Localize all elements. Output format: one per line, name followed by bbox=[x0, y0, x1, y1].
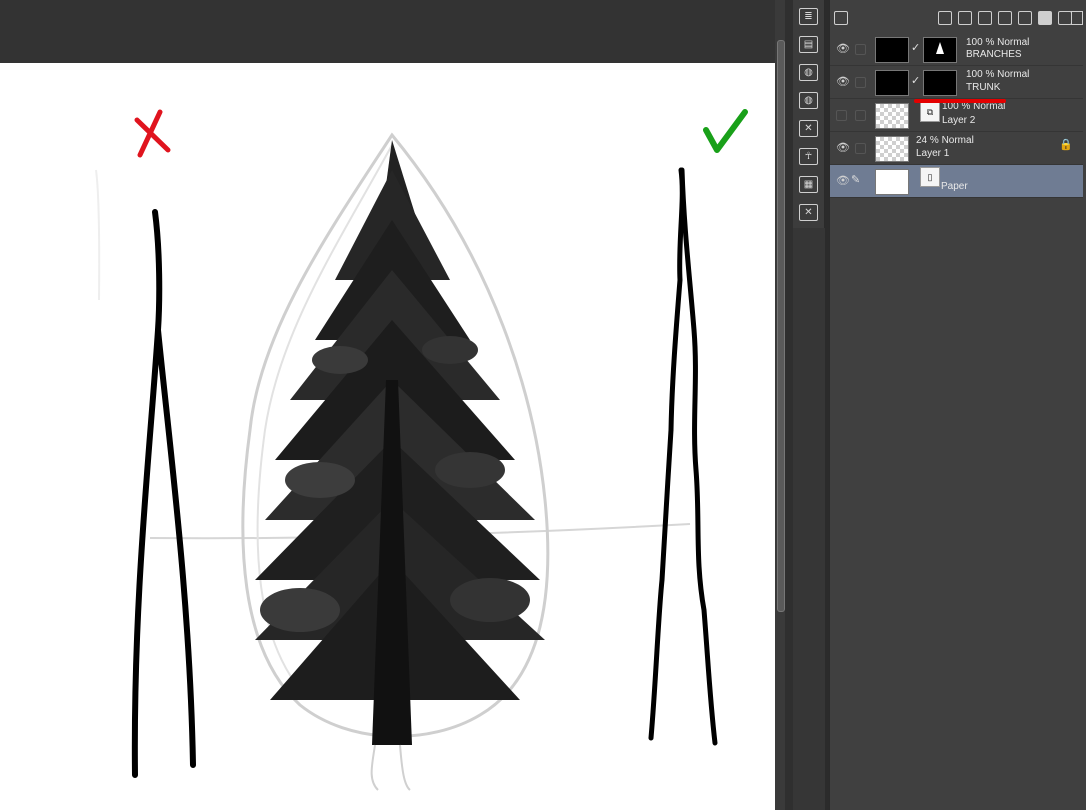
visibility-eye-icon[interactable]: 👁 bbox=[836, 76, 850, 88]
layer-thumbnail bbox=[875, 169, 909, 195]
layer-checkbox[interactable] bbox=[855, 110, 866, 121]
layer-panel: 👁 ✓ 100 % Normal BRANCHES 👁 ✓ 100 % Norm… bbox=[829, 0, 1086, 810]
new-raster-layer-icon[interactable] bbox=[938, 11, 952, 25]
wrong-trunk-stroke bbox=[131, 209, 163, 778]
layer-blend-mode: 24 % Normal bbox=[916, 135, 974, 146]
layer-row-trunk[interactable]: 👁 ✓ 100 % Normal TRUNK bbox=[830, 66, 1083, 99]
lock-icon[interactable]: 🔒 bbox=[1059, 138, 1073, 151]
layer-name: Layer 2 bbox=[942, 115, 976, 126]
copy-layer-icon[interactable] bbox=[998, 11, 1012, 25]
layer-side-toolbar: ≣ ▤ ◍ ◍ ✕ ☥ ▦ ✕ bbox=[793, 0, 825, 228]
layer-panel-toolbar bbox=[830, 6, 1086, 30]
merge-layer-icon[interactable] bbox=[1018, 11, 1032, 25]
layer-row-layer-2[interactable]: ⧉ 100 % Normal Layer 2 bbox=[830, 99, 1083, 132]
layer-thumbnail bbox=[875, 70, 909, 96]
layer-name: Paper bbox=[941, 181, 968, 192]
right-mark-icon bbox=[703, 109, 748, 153]
clip-check-icon: ✓ bbox=[911, 42, 921, 54]
layer-name: Layer 1 bbox=[916, 148, 950, 159]
layer-property-icon[interactable]: ≣ bbox=[799, 8, 818, 25]
layer-thumbnail bbox=[875, 136, 909, 162]
new-folder-icon[interactable] bbox=[978, 11, 992, 25]
visibility-eye-icon[interactable]: 👁 bbox=[836, 43, 850, 55]
layer-row-layer-1[interactable]: 👁 24 % Normal Layer 1 🔒 bbox=[830, 132, 1083, 165]
canvas-artwork bbox=[95, 109, 748, 791]
layer-checkbox[interactable] bbox=[855, 143, 866, 154]
pose-icon[interactable]: ☥ bbox=[799, 148, 818, 165]
canvas-vertical-scrollbar[interactable] bbox=[775, 0, 785, 810]
layer-search-icon[interactable]: ▤ bbox=[799, 36, 818, 53]
layer-row-paper[interactable]: 👁 ✎ ▯ Paper bbox=[830, 165, 1083, 198]
right-trunk-stroke bbox=[648, 167, 685, 741]
layer-panel-menu-icon[interactable] bbox=[834, 11, 848, 25]
pen-edit-icon: ✎ bbox=[851, 174, 861, 186]
layer-name: TRUNK bbox=[966, 82, 1001, 93]
layer-name: BRANCHES bbox=[966, 49, 1022, 60]
layer-blend-mode: 100 % Normal bbox=[966, 69, 1030, 80]
drawing-canvas[interactable] bbox=[0, 63, 775, 810]
wrong-mark-icon bbox=[134, 109, 171, 158]
canvas-top-bar bbox=[0, 0, 775, 63]
highlight-underline bbox=[914, 99, 1006, 103]
side-toolbar-background bbox=[793, 228, 825, 810]
clip-check-icon: ✓ bbox=[911, 75, 921, 87]
close-icon-2[interactable]: ✕ bbox=[799, 204, 818, 221]
layer-checkbox[interactable] bbox=[855, 44, 866, 55]
layer-blend-mode: 100 % Normal bbox=[966, 37, 1030, 48]
paper-layer-icon: ▯ bbox=[920, 167, 940, 187]
layer-mask-thumbnail bbox=[923, 37, 957, 63]
layer-row-branches[interactable]: 👁 ✓ 100 % Normal BRANCHES bbox=[830, 33, 1083, 66]
scrollbar-thumb[interactable] bbox=[777, 40, 785, 612]
layer-thumbnail bbox=[875, 103, 909, 129]
layer-checkbox[interactable] bbox=[836, 110, 847, 121]
layer-type-icon: ⧉ bbox=[920, 102, 940, 122]
close-icon[interactable]: ✕ bbox=[799, 120, 818, 137]
material-icon[interactable]: ◍ bbox=[799, 64, 818, 81]
visibility-eye-icon[interactable]: 👁 bbox=[836, 175, 850, 187]
timeline-icon[interactable]: ▦ bbox=[799, 176, 818, 193]
new-vector-layer-icon[interactable] bbox=[958, 11, 972, 25]
layer-mask-thumbnail bbox=[923, 70, 957, 96]
panel-gutter bbox=[785, 0, 793, 810]
layer-mask-icon[interactable] bbox=[1038, 11, 1052, 25]
material-icon-2[interactable]: ◍ bbox=[799, 92, 818, 109]
layer-thumbnail bbox=[875, 37, 909, 63]
apply-mask-icon[interactable] bbox=[1058, 11, 1072, 25]
delete-layer-icon[interactable] bbox=[1071, 11, 1083, 25]
visibility-eye-icon[interactable]: 👁 bbox=[836, 142, 850, 154]
pine-tree-illustration bbox=[255, 140, 545, 745]
layer-checkbox[interactable] bbox=[855, 77, 866, 88]
